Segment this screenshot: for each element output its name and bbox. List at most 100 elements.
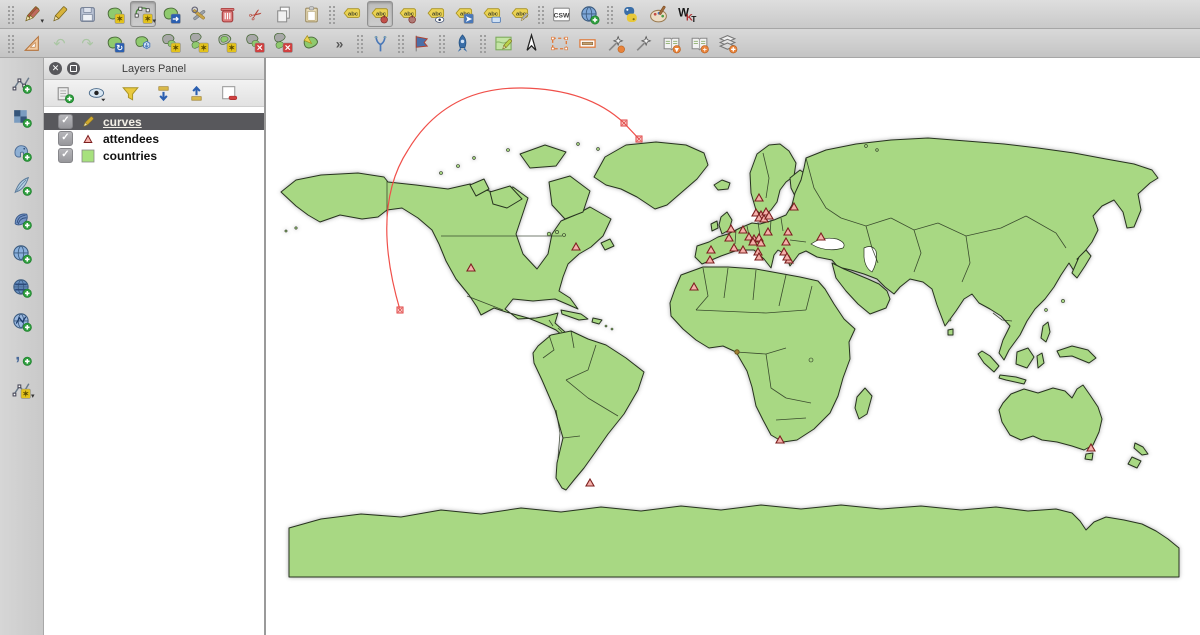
- rotate-label-button[interactable]: abc: [479, 1, 505, 27]
- extent-overview-button[interactable]: [546, 30, 572, 56]
- processing-button[interactable]: [449, 30, 475, 56]
- scissors-icon: ✂: [245, 4, 266, 25]
- north-arrow-button[interactable]: [518, 30, 544, 56]
- vertex-marker[interactable]: [621, 120, 627, 126]
- add-ring-button[interactable]: ✶: [158, 30, 184, 56]
- atlas-export-button[interactable]: ▾: [658, 30, 684, 56]
- collapse-all-button[interactable]: [183, 80, 209, 106]
- globe-plus-icon: [579, 4, 600, 25]
- add-raster-layer-button[interactable]: [9, 104, 35, 130]
- small-island: [473, 157, 476, 160]
- add-mssql-layer-button[interactable]: [9, 206, 35, 232]
- add-part-button[interactable]: ✶: [186, 30, 212, 56]
- layer-checkbox[interactable]: ✓: [58, 114, 73, 129]
- expand-all-button[interactable]: [150, 80, 176, 106]
- add-feature-button[interactable]: ✶: [102, 1, 128, 27]
- csw-search-button[interactable]: CSW: [548, 1, 574, 27]
- edit-map-button[interactable]: [490, 30, 516, 56]
- add-wcs-layer-button[interactable]: [9, 274, 35, 300]
- add-postgis-layer-button[interactable]: [9, 138, 35, 164]
- map-canvas[interactable]: [266, 58, 1200, 635]
- svg-text:,: ,: [15, 345, 20, 364]
- delete-ring-button[interactable]: ✕: [242, 30, 268, 56]
- layer-list: ✓curves✓attendees✓countries: [44, 107, 264, 635]
- add-wms-layer-button[interactable]: [9, 240, 35, 266]
- remove-layer-button[interactable]: [216, 80, 242, 106]
- highlight-pinned-labels-button[interactable]: abc: [339, 1, 365, 27]
- toolbar-handle: [478, 33, 487, 53]
- country-polygon: [711, 221, 718, 231]
- show-hide-labels-button[interactable]: abc: [395, 1, 421, 27]
- move-label-button[interactable]: abc➤: [451, 1, 477, 27]
- fill-ring-button[interactable]: ✶: [214, 30, 240, 56]
- tools-icon: [189, 4, 210, 25]
- style-manager-button[interactable]: [645, 1, 671, 27]
- blob-arrow-icon: ➜: [161, 4, 182, 25]
- feature-actions-button[interactable]: [186, 1, 212, 27]
- layer-row-curves[interactable]: ✓curves: [44, 113, 264, 130]
- node-tool-button[interactable]: ✶▾: [130, 1, 156, 27]
- small-island: [457, 165, 460, 168]
- split-icon: [370, 33, 391, 54]
- delete-selected-button[interactable]: [214, 1, 240, 27]
- offset-curve-button[interactable]: [408, 30, 434, 56]
- delete-part-button[interactable]: ✕: [270, 30, 296, 56]
- show-hidden-labels-button[interactable]: abc: [423, 1, 449, 27]
- current-edits-button[interactable]: ▾: [18, 1, 44, 27]
- label-edit-icon: abc: [510, 4, 531, 25]
- copy-features-button[interactable]: [270, 1, 296, 27]
- add-spatialite-layer-button[interactable]: [9, 172, 35, 198]
- add-vector-layer-button[interactable]: [9, 70, 35, 96]
- layer-row-countries[interactable]: ✓countries: [44, 147, 264, 164]
- pencil2-icon: [21, 4, 42, 25]
- toolbar-overflow-button[interactable]: »: [326, 30, 352, 56]
- country-polygon: [750, 144, 796, 216]
- manage-layers-toolbar: , ✶▾: [0, 58, 44, 635]
- add-group-button[interactable]: [51, 80, 77, 106]
- layer-checkbox[interactable]: ✓: [58, 131, 73, 146]
- svg-text:+: +: [702, 45, 706, 54]
- atlas-p-icon: +: [689, 33, 710, 54]
- paste-features-button[interactable]: [298, 1, 324, 27]
- add-delimited-text-button[interactable]: ,: [9, 342, 35, 368]
- svg-text:➤: ➤: [465, 14, 472, 23]
- split-features-button[interactable]: [367, 30, 393, 56]
- vertex-marker[interactable]: [636, 136, 642, 142]
- wand-button[interactable]: [630, 30, 656, 56]
- country-polygon: [1016, 348, 1034, 368]
- scale-bar-button[interactable]: [574, 30, 600, 56]
- move-feature-button[interactable]: ➜: [158, 1, 184, 27]
- add-wfs-layer-button[interactable]: [9, 308, 35, 334]
- new-shapefile-layer-button[interactable]: ✶▾: [9, 376, 35, 402]
- wkt-plugin-button[interactable]: WKT: [673, 1, 699, 27]
- save-layer-edits-button[interactable]: [74, 1, 100, 27]
- small-island: [563, 234, 566, 237]
- add-geonode-layer-button[interactable]: [576, 1, 602, 27]
- new-atlas-button[interactable]: +: [686, 30, 712, 56]
- svg-text:✶: ✶: [172, 43, 179, 52]
- layer-checkbox[interactable]: ✓: [58, 148, 73, 163]
- ruler-icon: [21, 33, 42, 54]
- python-console-button[interactable]: [617, 1, 643, 27]
- reshape-features-button[interactable]: [298, 30, 324, 56]
- pin-unpin-labels-button[interactable]: abc: [367, 1, 393, 27]
- country-polygon: [948, 329, 953, 335]
- quick-style-wand-button[interactable]: [602, 30, 628, 56]
- vertex-marker[interactable]: [397, 307, 403, 313]
- vec-icon: [11, 73, 32, 94]
- rotate-feature-button[interactable]: ↻: [102, 30, 128, 56]
- change-label-button[interactable]: abc: [507, 1, 533, 27]
- simplify-feature-button[interactable]: [130, 30, 156, 56]
- country-polygon: [670, 267, 855, 442]
- small-island: [507, 149, 510, 152]
- cut-features-button[interactable]: ✂: [242, 1, 268, 27]
- filter-legend-button[interactable]: [117, 80, 143, 106]
- layer-row-attendees[interactable]: ✓attendees: [44, 130, 264, 147]
- shell-icon: [11, 209, 32, 230]
- add-layers-group-button[interactable]: [714, 30, 740, 56]
- svg-text:✶: ✶: [22, 389, 29, 398]
- toggle-editing-button[interactable]: [46, 1, 72, 27]
- measure-angle-button[interactable]: [18, 30, 44, 56]
- more-icon: »: [329, 33, 350, 54]
- manage-layer-visibility-button[interactable]: [84, 80, 110, 106]
